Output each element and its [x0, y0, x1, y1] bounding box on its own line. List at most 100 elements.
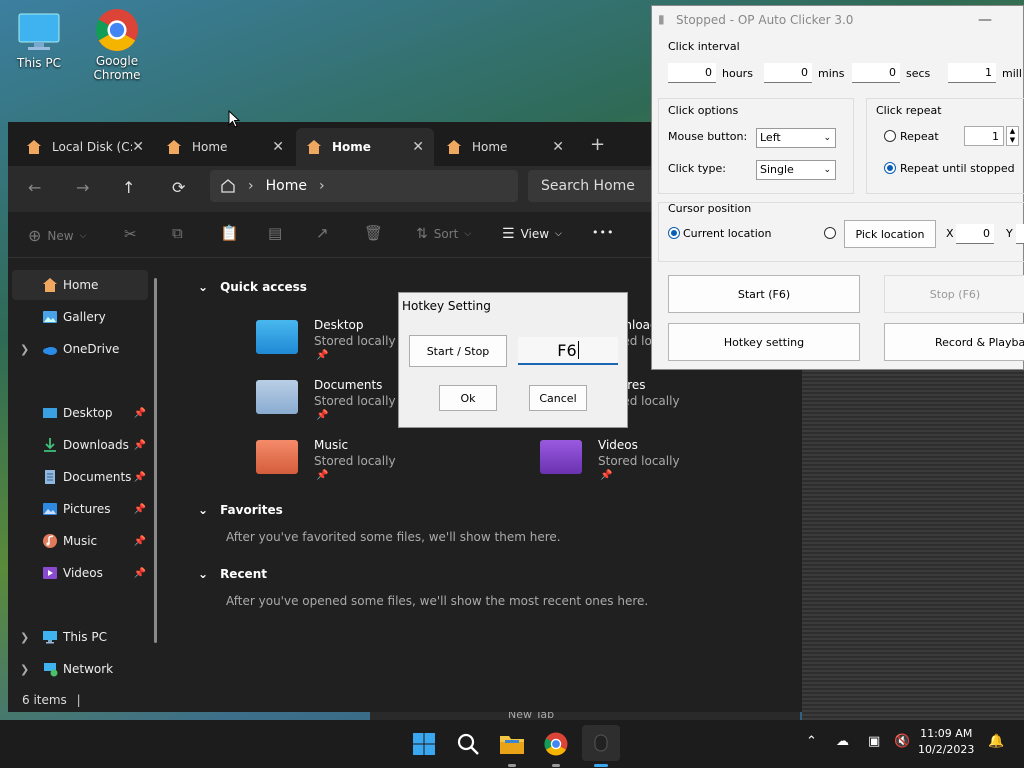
pin-icon[interactable]: 📌: [134, 408, 146, 419]
sidebar-item-gallery[interactable]: Gallery: [12, 302, 148, 332]
sort-icon: ⇅: [416, 226, 428, 242]
sidebar-item-documents[interactable]: Documents 📌: [12, 462, 148, 492]
download-icon: [44, 438, 56, 452]
repeat-label: Repeat: [900, 130, 939, 143]
sidebar-item-pictures[interactable]: Pictures 📌: [12, 494, 148, 524]
refresh-icon[interactable]: ⟳: [172, 178, 185, 197]
tab-local-disk[interactable]: Local Disk (C:) ✕: [16, 128, 154, 166]
pin-icon[interactable]: 📌: [134, 504, 146, 515]
back-arrow-icon[interactable]: ←: [28, 178, 41, 197]
start-button[interactable]: Start (F6): [668, 275, 860, 313]
repeat-until-stopped-radio[interactable]: [884, 162, 896, 174]
notification-bell-icon[interactable]: 🔔: [988, 734, 1004, 749]
sidebar-item-videos[interactable]: Videos 📌: [12, 558, 148, 588]
paste-icon[interactable]: 📋: [220, 224, 239, 242]
share-icon[interactable]: ↗: [316, 224, 329, 242]
more-options-icon[interactable]: •••: [592, 226, 614, 239]
sidebar-item-network[interactable]: ❯ Network: [12, 654, 148, 684]
desktop-folder-icon: [256, 320, 298, 354]
sidebar-item-desktop[interactable]: Desktop 📌: [12, 398, 148, 428]
pick-location-radio[interactable]: [824, 227, 836, 239]
file-explorer-taskbar-button[interactable]: [496, 728, 528, 760]
repeat-radio[interactable]: [884, 130, 896, 142]
chevron-up-icon[interactable]: ⌃: [806, 734, 817, 749]
chevron-down-icon: ⌄: [823, 165, 831, 175]
cancel-button[interactable]: Cancel: [529, 385, 587, 411]
click-options-label: Click options: [668, 104, 739, 117]
millis-input[interactable]: 1: [948, 63, 996, 83]
pin-icon[interactable]: 📌: [134, 536, 146, 547]
rename-icon[interactable]: ▤: [268, 224, 282, 242]
volume-muted-icon[interactable]: 🔇: [894, 734, 910, 749]
y-input[interactable]: [1016, 224, 1024, 244]
mouse-button-select[interactable]: Left ⌄: [756, 128, 836, 148]
search-button[interactable]: [452, 728, 484, 760]
recent-header[interactable]: ⌄ Recent: [198, 567, 267, 581]
start-button[interactable]: [408, 728, 440, 760]
click-type-select[interactable]: Single ⌄: [756, 160, 836, 180]
repeat-count-spinner[interactable]: ▲ ▼: [1006, 126, 1019, 146]
network-icon[interactable]: ▣: [868, 734, 880, 749]
tab-home-1[interactable]: Home ✕: [156, 128, 294, 166]
close-icon[interactable]: ✕: [552, 139, 564, 155]
sidebar-item-onedrive[interactable]: ❯ OneDrive: [12, 334, 148, 364]
up-arrow-icon[interactable]: ↑: [122, 178, 135, 197]
new-button[interactable]: ⊕ New ⌵: [28, 226, 86, 245]
view-button[interactable]: ☰ View ⌵: [502, 226, 562, 242]
hotkey-setting-button[interactable]: Hotkey setting: [668, 323, 860, 361]
chevron-right-icon[interactable]: ❯: [20, 343, 29, 356]
close-icon[interactable]: ✕: [412, 139, 424, 155]
forward-arrow-icon[interactable]: →: [76, 178, 89, 197]
sidebar-item-home[interactable]: Home: [12, 270, 148, 300]
hotkey-input[interactable]: F6: [518, 337, 618, 365]
pin-icon[interactable]: 📌: [134, 568, 146, 579]
delete-icon[interactable]: 🗑: [364, 224, 383, 242]
clock[interactable]: 11:09 AM 10/2/2023: [918, 726, 974, 758]
dialog-title: Hotkey Setting: [402, 299, 491, 313]
start-stop-button[interactable]: Start / Stop: [409, 335, 507, 367]
close-icon[interactable]: ✕: [272, 139, 284, 155]
favorites-header[interactable]: ⌄ Favorites: [198, 503, 283, 517]
breadcrumb[interactable]: Home: [266, 178, 307, 194]
quick-access-videos[interactable]: Videos Stored locally 📌: [540, 438, 800, 488]
repeat-count-input[interactable]: 1: [964, 126, 1004, 146]
tab-home-active[interactable]: Home ✕: [296, 128, 434, 166]
copy-icon[interactable]: ⧉: [172, 224, 183, 242]
close-icon[interactable]: ✕: [132, 139, 144, 155]
minimize-icon[interactable]: —: [978, 12, 992, 28]
ok-button[interactable]: Ok: [439, 385, 497, 411]
sort-button[interactable]: ⇅ Sort ⌵: [416, 226, 471, 242]
desktop-icon-this-pc[interactable]: This PC: [4, 10, 74, 70]
hours-input[interactable]: 0: [668, 63, 716, 83]
auto-clicker-taskbar-button[interactable]: [582, 725, 620, 761]
pin-icon[interactable]: 📌: [134, 472, 146, 483]
sidebar-item-this-pc[interactable]: ❯ This PC: [12, 622, 148, 652]
chevron-right-icon[interactable]: ❯: [20, 663, 29, 676]
desktop-icon-chrome[interactable]: Google Chrome: [82, 8, 152, 82]
mouse-button-label: Mouse button:: [668, 130, 748, 143]
pick-location-button[interactable]: Pick location: [844, 220, 936, 248]
quick-access-header[interactable]: ⌄ Quick access: [198, 280, 307, 294]
quick-access-music[interactable]: Music Stored locally 📌: [256, 438, 516, 488]
address-bar[interactable]: › Home ›: [210, 170, 518, 202]
secs-input[interactable]: 0: [852, 63, 900, 83]
chrome-taskbar-button[interactable]: [540, 728, 572, 760]
tab-home-3[interactable]: Home ✕: [436, 128, 574, 166]
pin-icon[interactable]: 📌: [134, 440, 146, 451]
music-folder-icon: [256, 440, 298, 474]
current-location-radio[interactable]: [668, 227, 680, 239]
sidebar-item-downloads[interactable]: Downloads 📌: [12, 430, 148, 460]
sidebar-item-label: Desktop: [63, 406, 113, 420]
record-playback-button[interactable]: Record & Playback: [884, 323, 1024, 361]
pin-icon: 📌: [316, 470, 329, 481]
cut-icon[interactable]: ✂: [124, 225, 137, 243]
new-tab-button[interactable]: +: [590, 134, 605, 155]
sidebar-scrollbar[interactable]: [154, 278, 157, 643]
cloud-offline-icon[interactable]: ☁: [836, 734, 849, 749]
sidebar-item-music[interactable]: Music 📌: [12, 526, 148, 556]
stop-button[interactable]: Stop (F6): [884, 275, 1024, 313]
chevron-right-icon[interactable]: ❯: [20, 631, 29, 644]
mins-input[interactable]: 0: [764, 63, 812, 83]
chevron-down-icon: ⌄: [823, 133, 831, 143]
x-input[interactable]: 0: [956, 224, 994, 244]
